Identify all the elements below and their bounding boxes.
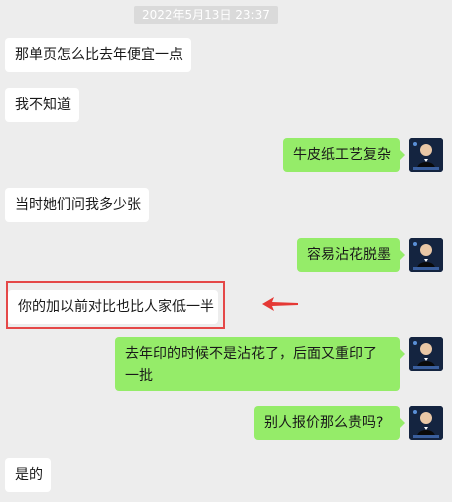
message-bubble-incoming[interactable]: 当时她们问我多少张: [5, 188, 149, 222]
user-avatar[interactable]: [409, 138, 443, 172]
user-avatar[interactable]: [409, 406, 443, 440]
user-avatar[interactable]: [409, 337, 443, 371]
message-text: 别人报价那么贵吗?: [264, 415, 384, 431]
message-text: 牛皮纸工艺复杂: [293, 147, 391, 163]
message-text: 当时她们问我多少张: [15, 197, 141, 213]
message-bubble-outgoing[interactable]: 别人报价那么贵吗?: [254, 406, 405, 440]
person-icon: [409, 238, 443, 272]
chat-timestamp: 2022年5月13日 23:37: [134, 6, 278, 24]
message-text: 去年印的时候不是沾花了，后面又重印了一批: [125, 346, 377, 384]
red-arrow-left-icon: [262, 297, 298, 311]
person-icon: [409, 406, 443, 440]
message-text: 那单页怎么比去年便宜一点: [15, 47, 183, 63]
message-text: 容易沾花脱墨: [307, 247, 391, 263]
message-bubble-incoming[interactable]: 是的: [5, 458, 51, 492]
user-avatar[interactable]: [409, 238, 443, 272]
message-text: 是的: [15, 467, 43, 483]
message-bubble-outgoing[interactable]: 牛皮纸工艺复杂: [283, 138, 405, 172]
message-bubble-outgoing[interactable]: 容易沾花脱墨: [297, 238, 405, 272]
annotation-highlight-box: [6, 281, 225, 329]
message-text: 我不知道: [15, 97, 71, 113]
person-icon: [409, 138, 443, 172]
message-bubble-incoming[interactable]: 那单页怎么比去年便宜一点: [5, 38, 191, 72]
message-bubble-incoming[interactable]: 我不知道: [5, 88, 79, 122]
person-icon: [409, 337, 443, 371]
message-bubble-outgoing[interactable]: 去年印的时候不是沾花了，后面又重印了一批: [115, 337, 405, 391]
